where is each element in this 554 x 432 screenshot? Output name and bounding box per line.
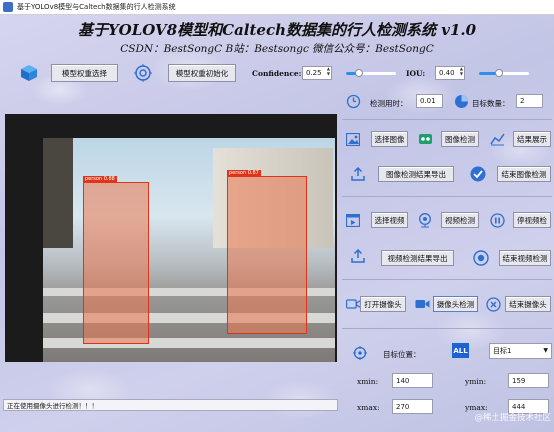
camera-frame: person 0.88 person 0.87	[43, 138, 335, 362]
select-image-button[interactable]: 选择图像	[371, 131, 408, 147]
spin-arrows-icon[interactable]: ▲ ▼	[327, 66, 330, 76]
pause-video-button[interactable]: 停视频检	[513, 212, 551, 228]
xmin-label: xmin:	[357, 377, 379, 386]
init-weights-button[interactable]: 模型权重初始化	[168, 64, 236, 82]
section-divider	[342, 328, 552, 329]
iou-value: 0.40	[439, 69, 455, 77]
camera-icon	[345, 296, 361, 312]
chevron-down-icon[interactable]: ▼	[543, 347, 548, 354]
watermark: @稀土掘金技术社区	[474, 413, 551, 423]
video-camera-icon	[414, 296, 430, 312]
upload-icon	[350, 248, 366, 264]
section-divider	[342, 119, 552, 120]
close-camera-button[interactable]: 结束摄像头	[505, 296, 551, 312]
detection-label: person 0.88	[83, 176, 117, 182]
section-divider	[342, 279, 552, 280]
video-file-icon	[345, 212, 361, 228]
open-camera-button[interactable]: 打开摄像头	[360, 296, 406, 312]
stop-image-detect-button[interactable]: 结束图像检测	[497, 166, 551, 182]
stopwatch-icon	[345, 93, 361, 109]
count-value-field: 2	[516, 94, 543, 108]
window-titlebar: 基于YOLOv8模型与Caltech数据集的行人检测系统	[0, 0, 554, 15]
time-label: 检测用时：	[370, 99, 408, 108]
stop-video-detect-button[interactable]: 结束视频检测	[499, 250, 551, 266]
robot-icon	[417, 131, 433, 147]
upload-icon	[350, 166, 366, 182]
image-detect-button[interactable]: 图像检测	[441, 131, 479, 147]
count-label: 目标数量：	[472, 99, 510, 108]
confidence-value: 0.25	[306, 69, 322, 77]
iou-label: IOU:	[406, 69, 426, 78]
video-display: person 0.88 person 0.87	[5, 114, 337, 362]
xmax-field: 270	[392, 399, 433, 414]
show-result-button[interactable]: 结果展示	[513, 131, 551, 147]
detection-box: person 0.88	[83, 176, 149, 344]
webcam-icon	[417, 212, 433, 228]
confidence-spinbox[interactable]: 0.25 ▲ ▼	[302, 66, 332, 80]
page-subtitle: CSDN：BestSongC B站：Bestsongc 微信公众号：BestSo…	[120, 43, 434, 55]
target-icon	[133, 63, 153, 83]
cube-icon	[19, 64, 39, 82]
select-weights-button[interactable]: 模型权重选择	[51, 64, 118, 82]
section-divider	[342, 196, 552, 197]
slider-handle[interactable]	[354, 69, 363, 77]
location-pin-icon	[352, 345, 368, 361]
all-icon: ALL	[452, 343, 469, 358]
window-title: 基于YOLOv8模型与Caltech数据集的行人检测系统	[17, 3, 176, 11]
video-detect-button[interactable]: 视频检测	[441, 212, 479, 228]
detection-label: person 0.87	[227, 170, 261, 176]
spin-arrows-icon[interactable]: ▲ ▼	[460, 66, 463, 76]
app-icon	[3, 2, 13, 12]
check-circle-icon	[469, 165, 486, 182]
target-select[interactable]: 目标1 ▼	[489, 343, 552, 359]
pillar	[43, 138, 73, 248]
time-value-field: 0.01	[416, 94, 443, 108]
pause-circle-icon	[489, 212, 505, 228]
xmin-field: 140	[392, 373, 433, 388]
target-select-value: 目标1	[493, 347, 512, 355]
slider-handle[interactable]	[495, 69, 503, 77]
iou-spinbox[interactable]: 0.40 ▲ ▼	[435, 66, 465, 80]
select-video-button[interactable]: 选择视频	[371, 212, 408, 228]
ymin-field: 159	[508, 373, 549, 388]
ymin-label: ymin:	[465, 377, 487, 386]
status-bar: 正在使用摄像头进行检测！！！	[3, 399, 338, 411]
confidence-label: Confidence:	[252, 69, 302, 78]
pie-chart-icon	[453, 93, 469, 109]
camera-detect-button[interactable]: 摄像头检测	[433, 296, 478, 312]
image-icon	[345, 131, 361, 147]
close-circle-icon	[485, 296, 501, 312]
chart-line-icon	[489, 131, 505, 147]
xmax-label: xmax:	[357, 403, 380, 412]
page-title: 基于YOLOV8模型和Caltech数据集的行人检测系统 v1.0	[77, 21, 477, 39]
target-position-label: 目标位置：	[383, 350, 421, 359]
export-video-result-button[interactable]: 视频检测结果导出	[381, 250, 454, 266]
export-image-result-button[interactable]: 图像检测结果导出	[378, 166, 454, 182]
detection-box: person 0.87	[227, 170, 307, 334]
stop-circle-icon	[472, 249, 489, 266]
